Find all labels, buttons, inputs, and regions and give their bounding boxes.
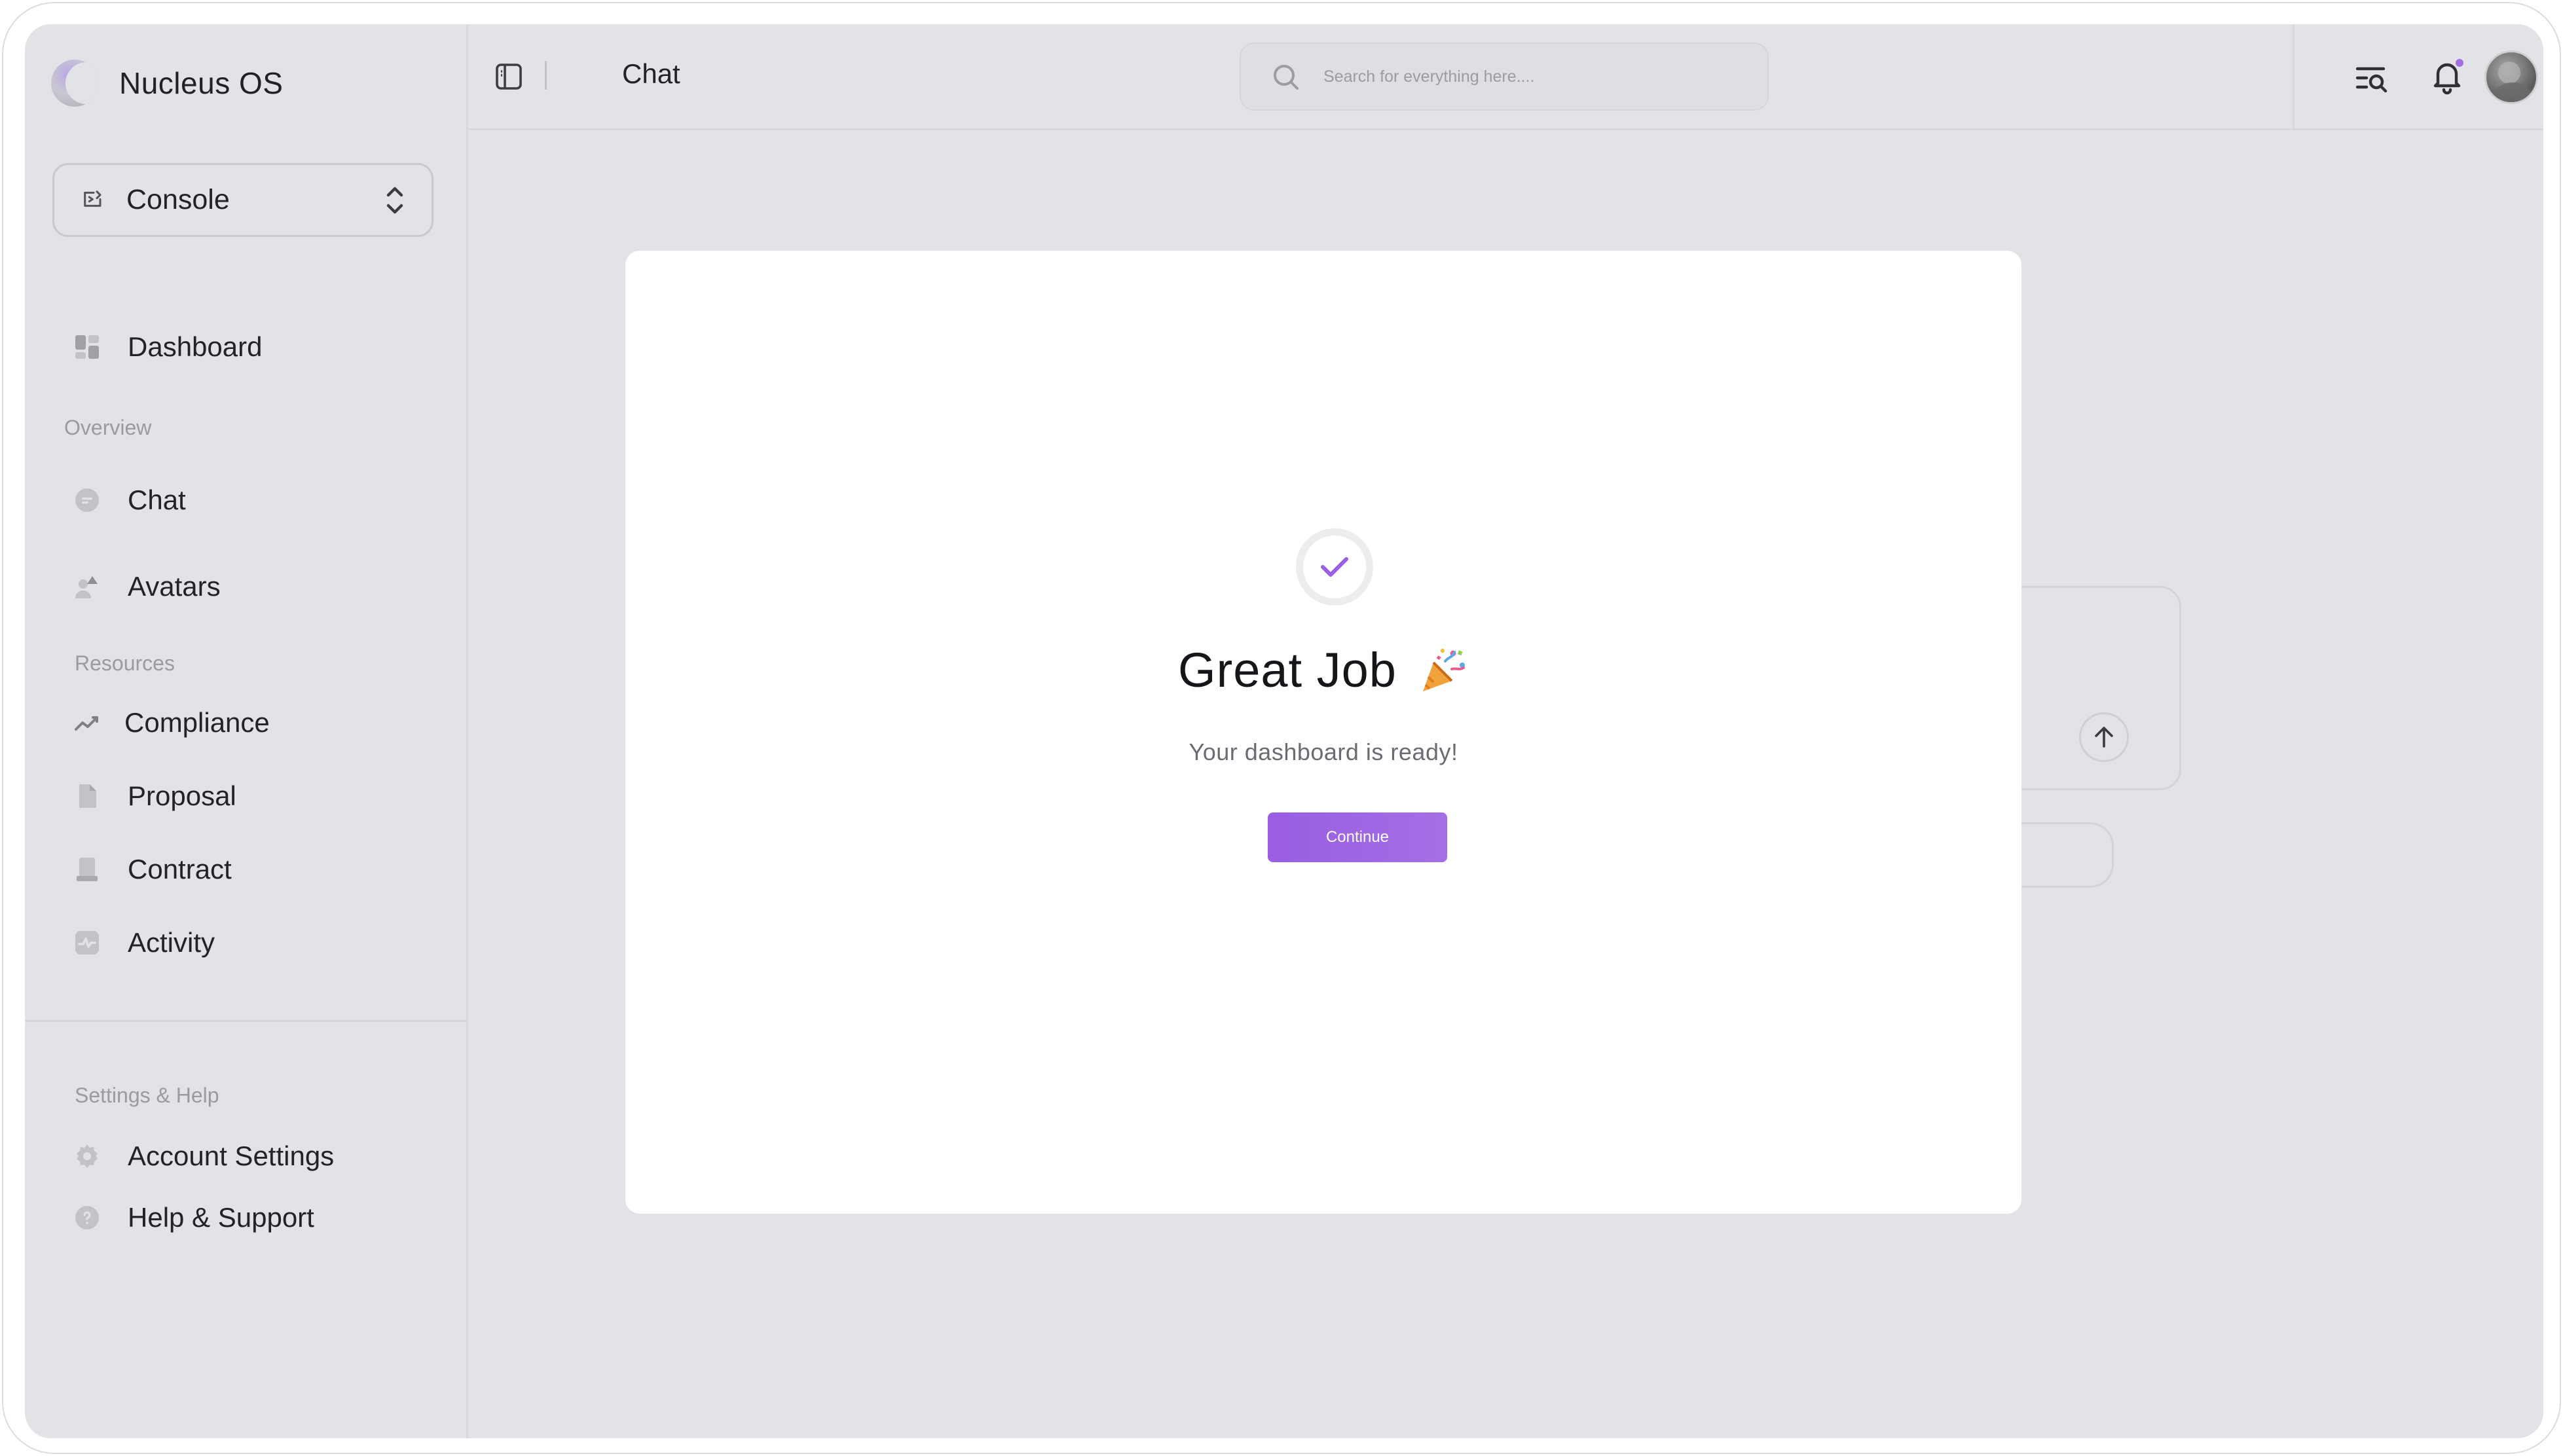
continue-button[interactable]: Continue — [1268, 812, 1447, 862]
sidebar-item-dashboard[interactable]: Dashboard — [74, 324, 262, 370]
brand-name: Nucleus OS — [119, 66, 284, 100]
sidebar-item-proposal[interactable]: Proposal — [74, 773, 236, 819]
brand[interactable]: Nucleus OS — [51, 57, 283, 109]
workspace-label: Console — [126, 184, 230, 215]
arrow-up-icon — [2095, 727, 2113, 748]
party-popper-icon — [1419, 646, 1469, 695]
help-circle-icon — [74, 1205, 100, 1231]
sidebar-item-label: Chat — [128, 484, 186, 515]
sidebar-item-label: Activity — [128, 927, 215, 958]
sidebar-item-label: Account Settings — [128, 1140, 335, 1171]
user-avatar[interactable] — [2484, 50, 2538, 104]
topbar-right-separator — [2293, 24, 2295, 130]
sidebar-item-activity[interactable]: Activity — [74, 920, 215, 966]
sidebar-item-label: Contract — [128, 854, 232, 884]
section-label-resources: Resources — [75, 651, 175, 675]
search-icon — [1270, 61, 1301, 92]
search-bar[interactable] — [1240, 43, 1769, 111]
modal-subtitle: Your dashboard is ready! — [1189, 738, 1458, 765]
success-modal: Great Job Your dashboard is ready! Conti… — [625, 251, 2021, 1214]
sidebar-item-chat[interactable]: Chat — [74, 477, 186, 523]
topbar: Chat — [468, 24, 2543, 130]
dashboard-icon — [74, 334, 100, 360]
modal-title: Great Job — [1178, 643, 1397, 697]
section-label-settings-help: Settings & Help — [75, 1083, 219, 1107]
sidebar-item-label: Compliance — [124, 707, 270, 738]
sidebar-item-contract[interactable]: Contract — [74, 846, 232, 892]
brand-logo-icon — [51, 60, 98, 107]
workspace-selector[interactable]: Console — [52, 163, 433, 237]
search-input[interactable] — [1323, 67, 1716, 86]
sidebar-item-label: Proposal — [128, 780, 236, 811]
chat-icon — [74, 487, 100, 513]
activity-icon — [74, 930, 100, 956]
window-frame: Nucleus OS Console Dashboard Overview Ch… — [2, 2, 2561, 1454]
sidebar-item-compliance[interactable]: Compliance — [75, 700, 270, 746]
sidebar-item-label: Dashboard — [128, 331, 263, 362]
sidebar-item-help-support[interactable]: Help & Support — [74, 1195, 314, 1241]
gear-icon — [74, 1143, 100, 1169]
sidebar-item-avatars[interactable]: Avatars — [74, 564, 221, 610]
sidebar-item-account-settings[interactable]: Account Settings — [74, 1133, 334, 1179]
contract-icon — [74, 856, 100, 883]
search-list-icon[interactable] — [2352, 58, 2391, 98]
document-icon — [74, 783, 100, 809]
page-title: Chat — [622, 58, 680, 89]
sidebar-item-label: Help & Support — [128, 1202, 314, 1233]
modal-title-row: Great Job — [625, 642, 2021, 698]
sidebar-divider — [25, 1020, 468, 1022]
check-circle-icon — [1296, 528, 1373, 606]
section-label-overview: Overview — [64, 416, 152, 439]
chevron-updown-icon — [382, 182, 408, 219]
bell-icon[interactable] — [2427, 57, 2467, 96]
topbar-separator — [545, 61, 547, 90]
trend-line-icon — [75, 710, 101, 736]
send-button[interactable] — [2079, 712, 2129, 762]
console-icon — [81, 187, 107, 213]
sidebar-item-label: Avatars — [128, 571, 221, 602]
notification-dot — [2454, 57, 2465, 69]
sidebar: Nucleus OS Console Dashboard Overview Ch… — [25, 24, 468, 1438]
sidebar-toggle-icon[interactable] — [494, 62, 523, 91]
avatars-icon — [74, 573, 100, 600]
app-shell: Nucleus OS Console Dashboard Overview Ch… — [25, 24, 2543, 1438]
